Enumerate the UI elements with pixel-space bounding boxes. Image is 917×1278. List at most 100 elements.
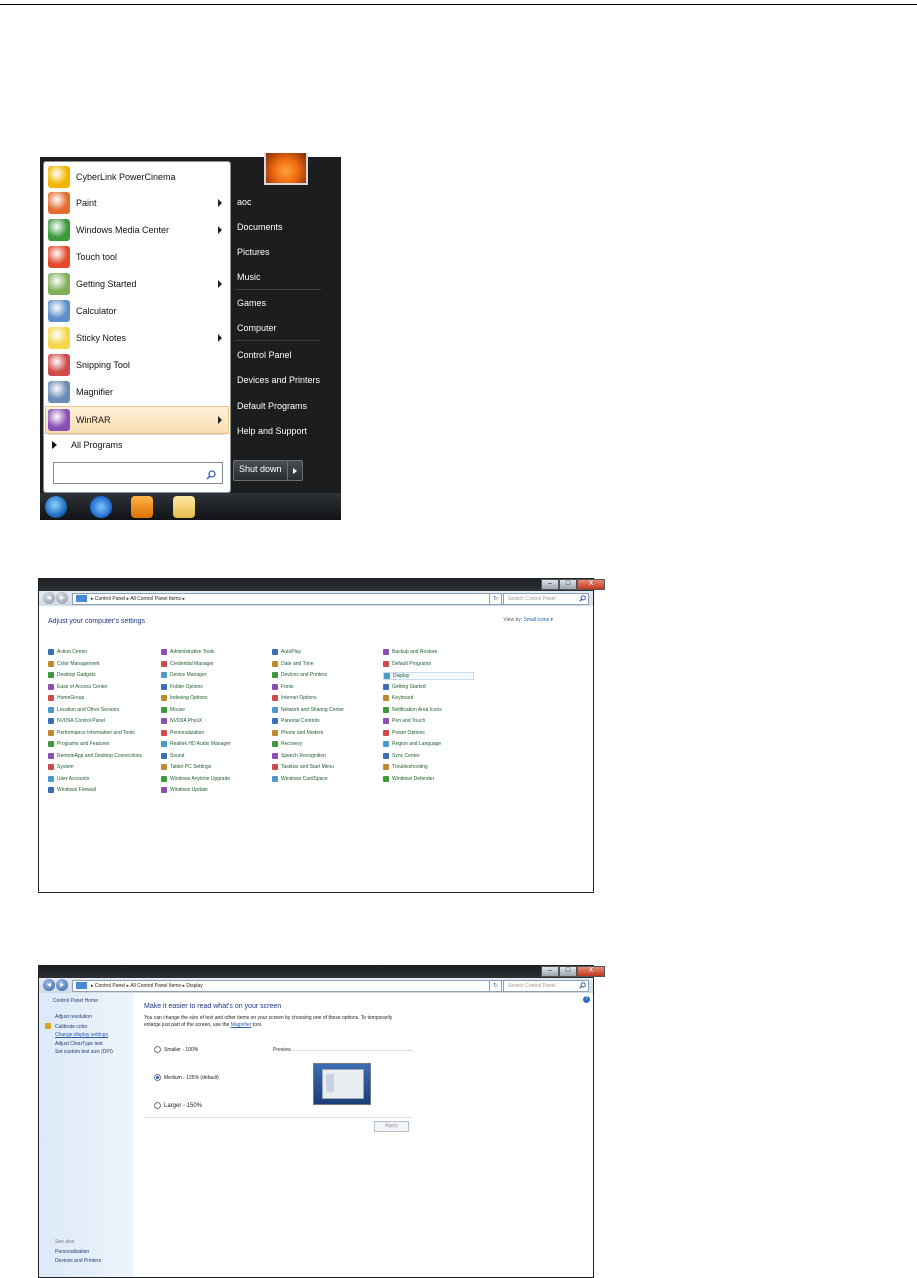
control-panel-item[interactable]: Recovery (272, 741, 302, 747)
back-arrow-icon[interactable]: ◂ (43, 979, 55, 991)
start-menu-place-link[interactable]: Devices and Printers (237, 375, 320, 385)
control-panel-item[interactable]: Credential Manager (161, 660, 214, 667)
submenu-arrow-icon[interactable] (218, 416, 222, 424)
task-link[interactable]: Calibrate color (55, 1024, 87, 1030)
control-panel-item[interactable]: Speech Recognition (272, 752, 326, 759)
search-icon[interactable] (206, 467, 216, 485)
address-bar[interactable]: ▸ Control Panel ▸ All Control Panel Item… (72, 980, 507, 992)
start-menu-item[interactable]: Calculator (46, 298, 228, 324)
start-menu-place-link[interactable]: aoc (237, 197, 252, 207)
control-panel-item[interactable]: Date and Time (272, 660, 314, 667)
control-panel-item[interactable]: Default Programs (383, 660, 431, 667)
user-picture[interactable] (264, 153, 308, 185)
task-link[interactable]: Control Panel Home (53, 998, 98, 1004)
search-icon[interactable] (579, 595, 586, 606)
control-panel-item[interactable]: HomeGroup (48, 695, 84, 701)
control-panel-item[interactable]: Desktop Gadgets (48, 672, 96, 678)
control-panel-item[interactable]: Folder Options (161, 683, 203, 690)
control-panel-item[interactable]: Getting Started (383, 683, 426, 690)
control-panel-item[interactable]: Notification Area Icons (383, 706, 442, 713)
help-icon[interactable]: ? (583, 996, 590, 1003)
start-menu-item[interactable]: Getting Started (46, 271, 228, 297)
start-orb-icon[interactable] (45, 496, 67, 518)
close-button[interactable]: X (577, 966, 605, 977)
view-by-control[interactable]: View by: Small icons ▾ (503, 617, 553, 623)
see-also-link[interactable]: Devices and Printers (55, 1258, 101, 1264)
task-link[interactable]: Adjust resolution (55, 1014, 92, 1020)
control-panel-item[interactable]: Keyboard (383, 695, 413, 701)
control-panel-item[interactable]: Backup and Restore (383, 649, 437, 655)
start-menu-item[interactable]: Paint (46, 190, 228, 216)
forward-arrow-icon[interactable]: ▸ (56, 592, 68, 604)
submenu-arrow-icon[interactable] (218, 226, 222, 234)
radio-circle-icon[interactable] (154, 1102, 161, 1109)
control-panel-item[interactable]: NVIDIA PhysX (161, 718, 202, 724)
control-panel-item[interactable]: Region and Language (383, 741, 441, 747)
refresh-icon[interactable]: ↻ (489, 593, 502, 605)
control-panel-item[interactable]: Windows Update (161, 787, 208, 793)
control-panel-item[interactable]: Tablet PC Settings (161, 764, 211, 770)
control-panel-item[interactable]: Ease of Access Center (48, 683, 108, 690)
start-menu-place-link[interactable]: Control Panel (237, 350, 292, 360)
start-menu-item[interactable]: Sticky Notes (46, 325, 228, 351)
magnifier-link[interactable]: Magnifier (231, 1022, 252, 1028)
task-link[interactable]: Adjust ClearType text (55, 1041, 103, 1047)
title-bar[interactable] (39, 579, 593, 591)
control-panel-item[interactable]: System (48, 764, 74, 770)
control-panel-item[interactable]: Programs and Features (48, 741, 110, 747)
control-panel-item[interactable]: Network and Sharing Center (272, 706, 344, 713)
back-arrow-icon[interactable]: ◂ (43, 592, 55, 604)
submenu-arrow-icon[interactable] (218, 199, 222, 207)
control-panel-item[interactable]: Action Center (48, 649, 87, 655)
control-panel-item[interactable]: Realtek HD Audio Manager (161, 741, 231, 747)
all-programs-button[interactable]: All Programs (52, 440, 123, 450)
start-menu-place-link[interactable]: Games (237, 298, 266, 308)
radio-circle-icon[interactable] (154, 1046, 161, 1053)
control-panel-item[interactable]: Devices and Printers (272, 672, 327, 678)
control-panel-item[interactable]: Power Options (383, 729, 425, 736)
start-search-input[interactable] (58, 465, 198, 482)
shutdown-button[interactable]: Shut down (233, 460, 303, 481)
address-bar[interactable]: ▸ Control Panel ▸ All Control Panel Item… (72, 593, 507, 605)
forward-arrow-icon[interactable]: ▸ (56, 979, 68, 991)
control-panel-item[interactable]: Color Management (48, 660, 100, 667)
control-panel-item[interactable]: Administrative Tools (161, 649, 214, 655)
close-button[interactable]: X (577, 579, 605, 590)
shutdown-options-arrow-icon[interactable] (286, 461, 302, 480)
control-panel-item[interactable]: Taskbar and Start Menu (272, 764, 334, 770)
start-menu-item[interactable]: WinRAR (45, 406, 229, 434)
search-box[interactable]: Search Control Panel (503, 980, 589, 992)
control-panel-item[interactable]: RemoteApp and Desktop Connections (48, 752, 142, 759)
control-panel-item[interactable]: Phone and Modem (272, 729, 323, 736)
size-option-radio[interactable]: Medium - 125% (default) (154, 1074, 219, 1081)
explorer-folder-icon[interactable] (173, 496, 195, 518)
start-search-box[interactable] (53, 462, 223, 484)
control-panel-item[interactable]: Fonts (272, 683, 294, 690)
size-option-radio[interactable]: Larger - 150% (154, 1102, 202, 1109)
control-panel-item[interactable]: Pen and Touch (383, 718, 425, 724)
submenu-arrow-icon[interactable] (218, 334, 222, 342)
control-panel-item[interactable]: Windows CardSpace (272, 775, 328, 782)
control-panel-item[interactable]: Internet Options (272, 695, 317, 701)
control-panel-item[interactable]: NVIDIA Control Panel (48, 718, 105, 724)
submenu-arrow-icon[interactable] (218, 280, 222, 288)
internet-explorer-icon[interactable] (90, 496, 112, 518)
start-menu-item[interactable]: CyberLink PowerCinema (46, 164, 228, 190)
task-link[interactable]: Change display settings (55, 1032, 108, 1038)
control-panel-item[interactable]: Windows Defender (383, 775, 434, 782)
search-box[interactable]: Search Control Panel (503, 593, 589, 605)
title-bar[interactable] (39, 966, 593, 978)
refresh-icon[interactable]: ↻ (489, 980, 502, 992)
maximize-button[interactable]: □ (559, 579, 577, 590)
start-menu-place-link[interactable]: Default Programs (237, 401, 307, 411)
see-also-link[interactable]: Personalization (55, 1249, 89, 1255)
search-icon[interactable] (579, 982, 586, 993)
start-menu-item[interactable]: Snipping Tool (46, 352, 228, 378)
start-menu-place-link[interactable]: Help and Support (237, 426, 307, 436)
start-menu-place-link[interactable]: Computer (237, 323, 277, 333)
control-panel-item[interactable]: Location and Other Sensors (48, 706, 119, 713)
control-panel-item[interactable]: Performance Information and Tools (48, 729, 135, 736)
start-menu-place-link[interactable]: Documents (237, 222, 283, 232)
control-panel-item[interactable]: Indexing Options (161, 695, 208, 701)
control-panel-item[interactable]: Windows Firewall (48, 787, 96, 793)
